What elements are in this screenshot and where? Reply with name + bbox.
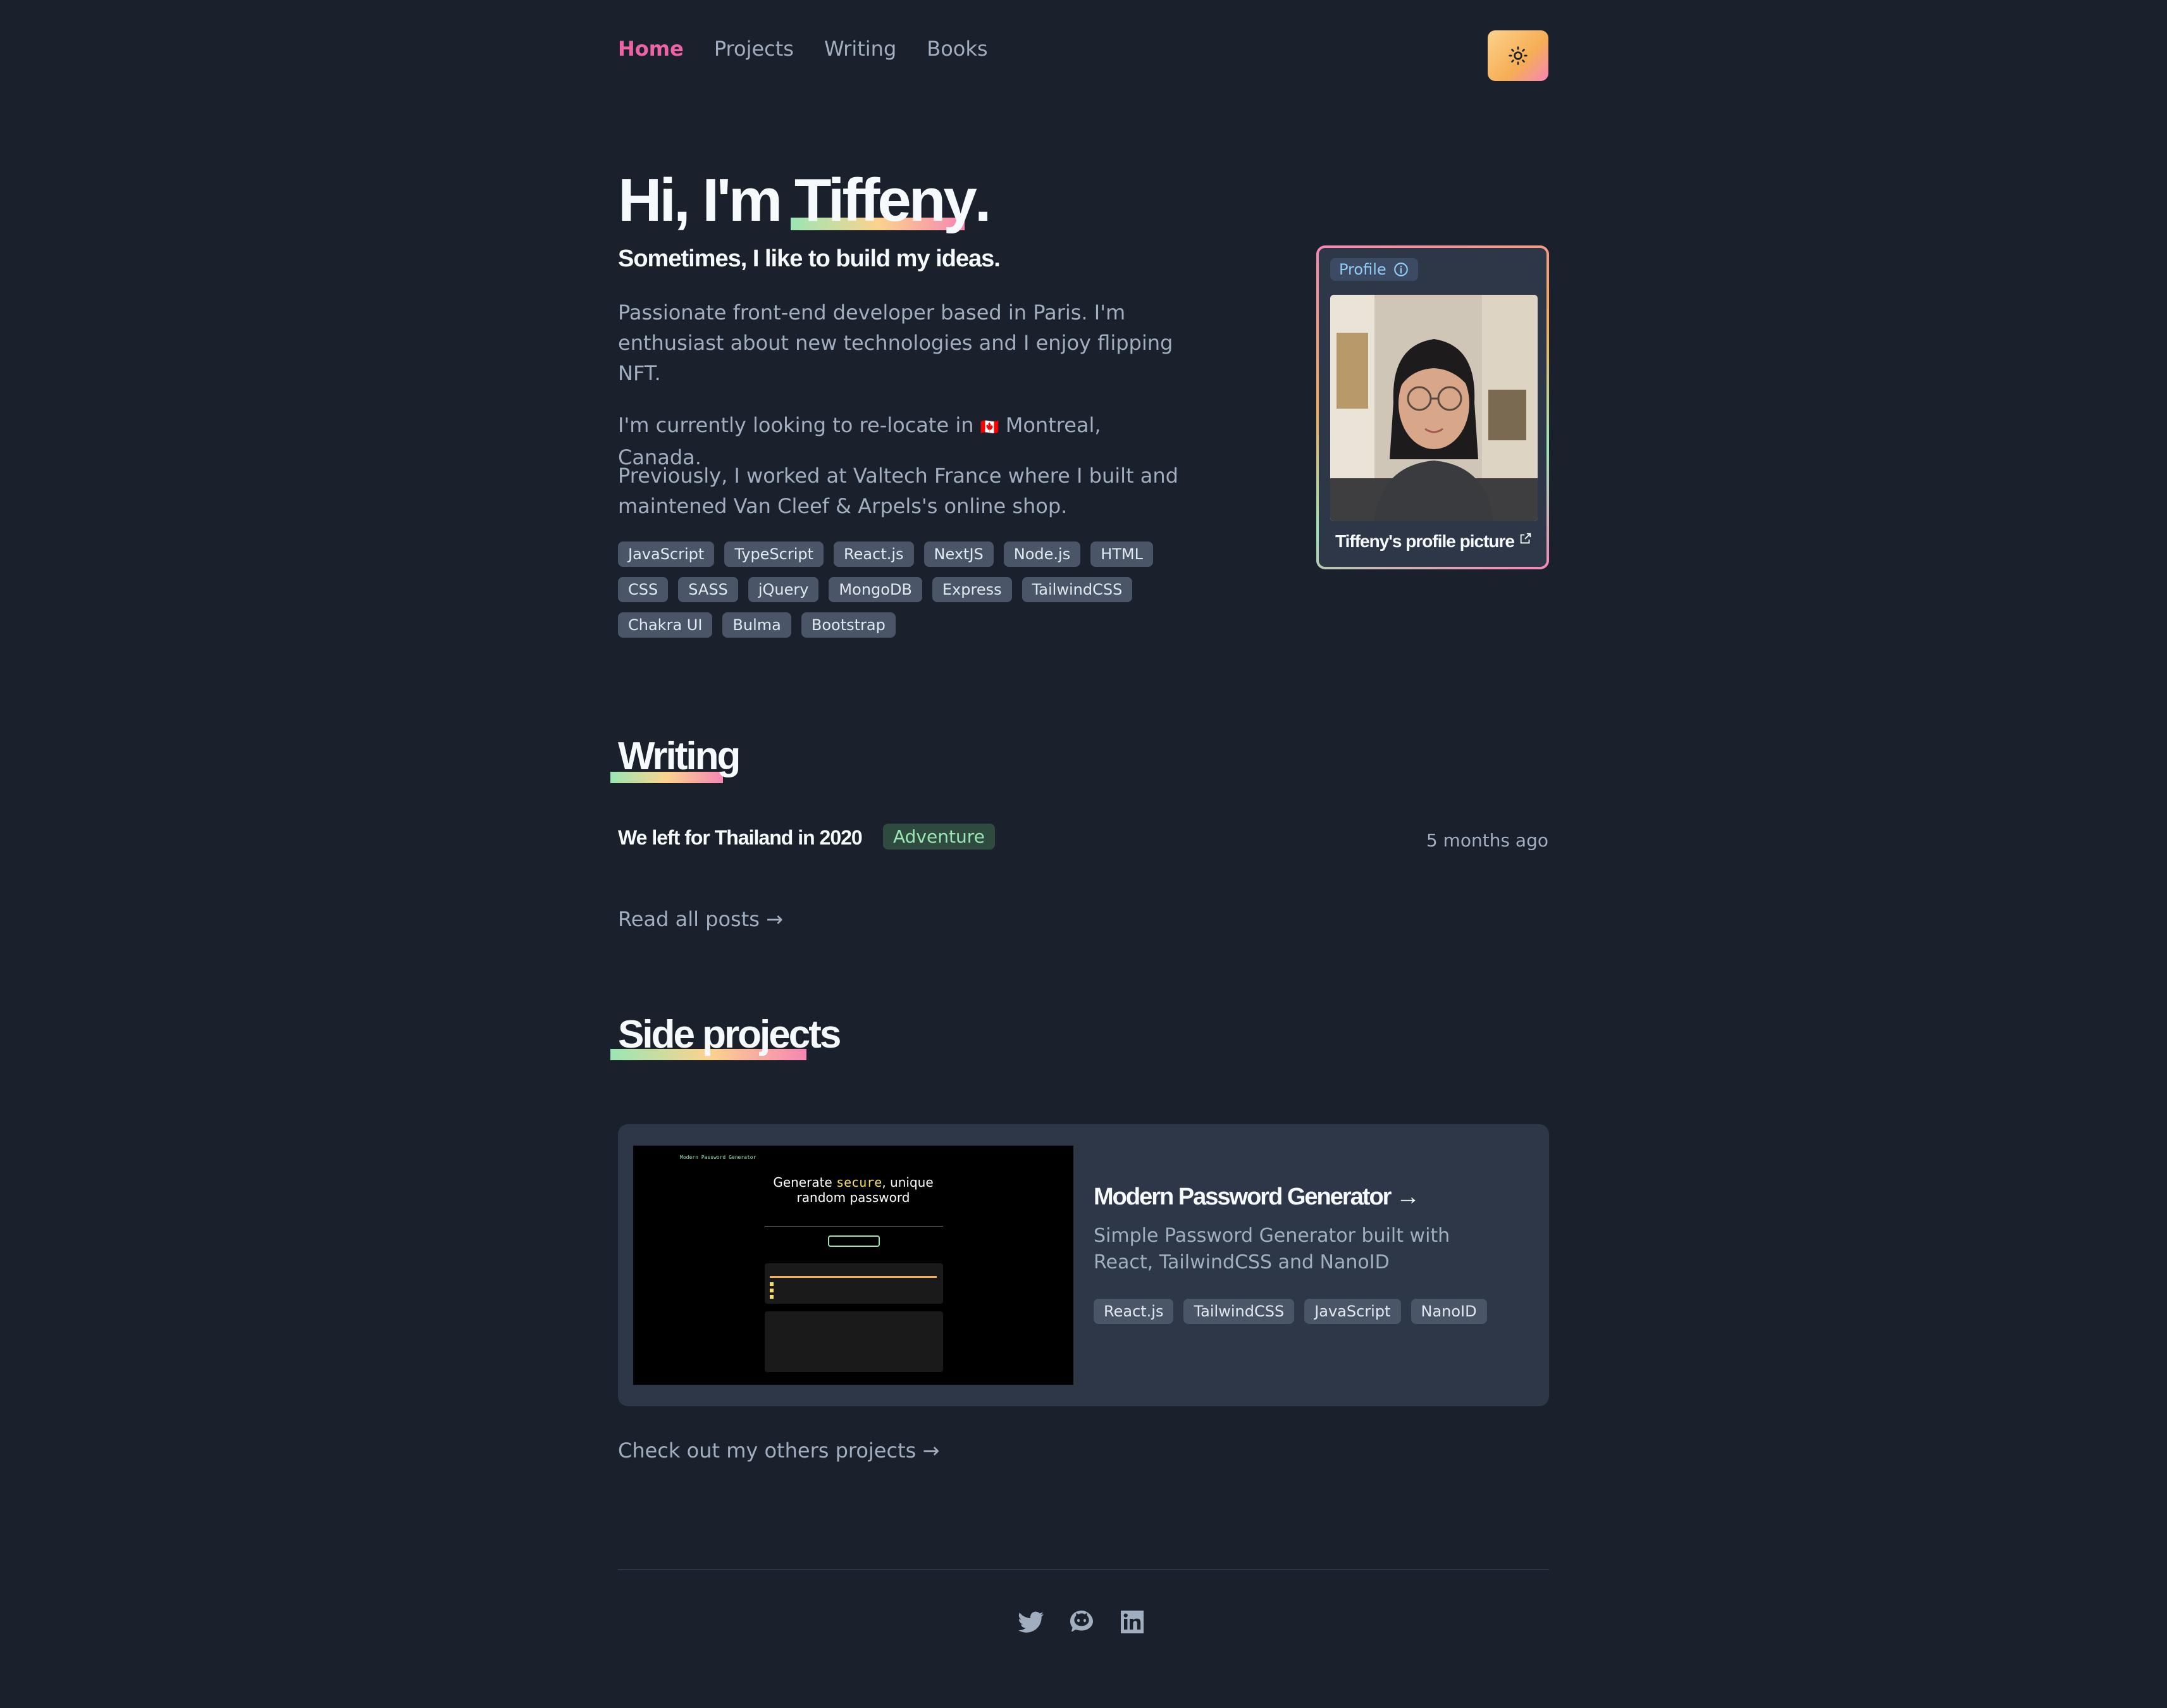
skill-tag: TailwindCSS — [1022, 577, 1133, 602]
profile-photo — [1330, 295, 1538, 521]
skill-tag: NextJS — [923, 541, 994, 567]
post-category-badge: Adventure — [883, 824, 995, 850]
hero-greeting: Hi, I'm — [618, 166, 794, 234]
screenshot-headline: Generate secure, unique random password — [633, 1175, 1073, 1205]
profile-badge: Profile — [1330, 258, 1418, 281]
theme-toggle-button[interactable] — [1488, 30, 1548, 81]
nav-writing[interactable]: Writing — [824, 37, 896, 61]
hero-previously: Previously, I worked at Valtech France w… — [618, 464, 1178, 518]
nav-home[interactable]: Home — [618, 37, 684, 61]
info-icon — [1393, 263, 1408, 276]
social-links — [1016, 1607, 1147, 1637]
post-date: 5 months ago — [1426, 830, 1548, 851]
skill-tag: React.js — [834, 541, 914, 567]
project-tag: JavaScript — [1304, 1299, 1401, 1324]
more-projects-link[interactable]: Check out my others projects → — [618, 1439, 939, 1463]
project-tag: NanoID — [1411, 1299, 1487, 1324]
skill-tag: MongoDB — [829, 577, 922, 602]
skill-tag: HTML — [1090, 541, 1153, 567]
projects-section-title: Side projects — [618, 1013, 841, 1056]
writing-section-title: Writing — [618, 734, 741, 778]
screenshot-input — [765, 1216, 943, 1227]
skills-tags: JavaScript TypeScript React.js NextJS No… — [618, 541, 1187, 638]
project-card[interactable]: Modern Password Generator Generate secur… — [618, 1124, 1549, 1406]
project-description: Simple Password Generator built with Rea… — [1094, 1225, 1450, 1273]
nav-books[interactable]: Books — [927, 37, 987, 61]
sun-icon — [1509, 46, 1528, 65]
project-title[interactable]: Modern Password Generator → — [1094, 1184, 1420, 1211]
canada-flag-icon: 🇨🇦 — [980, 418, 999, 436]
screenshot-options-panel — [765, 1263, 943, 1304]
hero-intro: Passionate front-end developer based in … — [618, 300, 1173, 385]
hero-heading: Hi, I'm Tiffeny. — [618, 166, 992, 235]
skill-tag: Bootstrap — [801, 612, 896, 638]
screenshot-headline-a: Generate — [773, 1175, 837, 1190]
profile-caption-text: Tiffeny's profile picture — [1335, 531, 1515, 551]
screenshot-info-panel — [765, 1311, 943, 1372]
project-screenshot: Modern Password Generator Generate secur… — [633, 1146, 1073, 1385]
skill-tag: TypeScript — [724, 541, 824, 567]
read-all-posts-link[interactable]: Read all posts → — [618, 907, 783, 931]
skill-tag: Express — [932, 577, 1012, 602]
hero-subtitle: Sometimes, I like to build my ideas. — [618, 245, 1001, 272]
screenshot-headline-c: random password — [796, 1190, 910, 1205]
main-nav: Home Projects Writing Books — [618, 37, 988, 61]
screenshot-headline-b: , unique — [882, 1175, 934, 1190]
nav-projects[interactable]: Projects — [714, 37, 794, 61]
screenshot-header: Modern Password Generator — [680, 1154, 756, 1160]
skill-tag: Node.js — [1003, 541, 1081, 567]
project-tag: React.js — [1094, 1299, 1174, 1324]
profile-card[interactable]: Profile Tiffeny's profile picture — [1316, 245, 1549, 569]
hero-name: Tiffeny — [790, 166, 977, 234]
hero-greeting-end: . — [974, 166, 992, 234]
profile-badge-label: Profile — [1339, 261, 1386, 278]
screenshot-headline-accent: secure — [836, 1175, 882, 1190]
github-icon[interactable] — [1066, 1607, 1097, 1637]
relocate-prefix: I'm currently looking to re-locate in — [618, 413, 974, 437]
post-title[interactable]: We left for Thailand in 2020 — [618, 826, 863, 850]
skill-tag: Chakra UI — [618, 612, 713, 638]
skill-tag: SASS — [678, 577, 738, 602]
skill-tag: jQuery — [748, 577, 819, 602]
external-link-icon — [1520, 533, 1531, 544]
screenshot-button — [828, 1235, 880, 1247]
skill-tag: CSS — [618, 577, 669, 602]
linkedin-icon[interactable] — [1117, 1607, 1147, 1637]
skill-tag: JavaScript — [618, 541, 715, 567]
project-tag: TailwindCSS — [1183, 1299, 1295, 1324]
profile-caption[interactable]: Tiffeny's profile picture — [1335, 531, 1533, 552]
twitter-icon[interactable] — [1016, 1607, 1046, 1637]
footer-divider — [618, 1569, 1549, 1570]
project-tags: React.js TailwindCSS JavaScript NanoID — [1094, 1299, 1487, 1324]
skill-tag: Bulma — [722, 612, 791, 638]
